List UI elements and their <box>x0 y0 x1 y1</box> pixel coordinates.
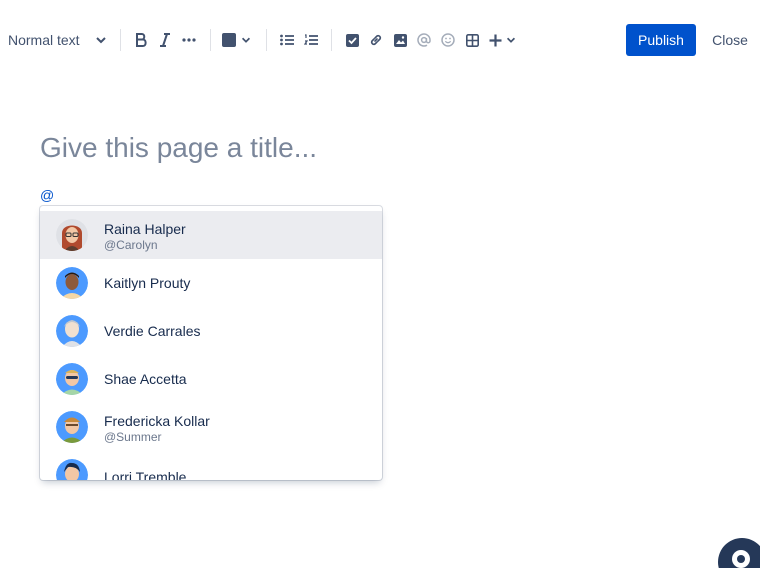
toolbar-divider <box>331 29 332 51</box>
numbered-list-button[interactable] <box>300 26 322 54</box>
avatar <box>56 411 88 443</box>
chevron-down-icon <box>241 37 251 43</box>
table-icon <box>465 33 479 47</box>
avatar <box>56 363 88 395</box>
chevron-down-icon <box>96 37 106 44</box>
insert-menu-button[interactable] <box>486 26 520 54</box>
mention-item[interactable]: Raina Halper @Carolyn <box>40 211 382 259</box>
mention-handle: @Carolyn <box>104 238 158 252</box>
mention-name: Lorri Tremble <box>104 469 187 480</box>
help-icon <box>732 550 750 568</box>
more-formatting-button[interactable] <box>178 26 200 54</box>
link-icon <box>370 34 382 46</box>
mention-item[interactable]: Verdie Carrales <box>40 307 382 355</box>
avatar <box>56 267 88 299</box>
italic-button[interactable] <box>154 26 176 54</box>
toolbar-divider <box>120 29 121 51</box>
mention-name: Shae Accetta <box>104 371 187 387</box>
text-style-label: Normal text <box>8 32 80 48</box>
mention-name: Kaitlyn Prouty <box>104 275 191 291</box>
action-item-icon <box>345 33 359 47</box>
avatar <box>56 459 88 480</box>
close-button[interactable]: Close <box>704 24 756 56</box>
mention-icon <box>417 33 431 47</box>
editor-toolbar: Normal text Publish Close <box>0 0 760 80</box>
mention-item[interactable]: Fredericka Kollar @Summer <box>40 403 382 451</box>
avatar <box>56 219 88 251</box>
mention-item[interactable]: Lorri Tremble <box>40 451 382 480</box>
mention-trigger-text[interactable]: @ <box>40 187 54 203</box>
text-color-icon <box>222 33 236 47</box>
bold-icon <box>136 33 147 47</box>
action-item-button[interactable] <box>341 26 363 54</box>
emoji-icon <box>441 33 455 47</box>
mention-handle: @Summer <box>104 430 162 444</box>
toolbar-divider <box>210 29 211 51</box>
mention-item[interactable]: Shae Accetta <box>40 355 382 403</box>
insert-icon <box>489 34 502 46</box>
avatar <box>56 315 88 347</box>
image-button[interactable] <box>389 26 411 54</box>
bullet-list-icon <box>280 34 294 46</box>
help-button[interactable] <box>718 538 760 568</box>
text-color-button[interactable] <box>220 26 254 54</box>
table-button[interactable] <box>461 26 483 54</box>
emoji-button[interactable] <box>437 26 459 54</box>
mention-suggestion-list: Raina Halper @Carolyn Kaitlyn Prouty Ver… <box>40 206 382 480</box>
more-formatting-icon <box>182 38 196 42</box>
toolbar-divider <box>266 29 267 51</box>
mention-name: Verdie Carrales <box>104 323 201 339</box>
numbered-list-icon <box>304 34 318 45</box>
link-button[interactable] <box>365 26 387 54</box>
bullet-list-button[interactable] <box>276 26 298 54</box>
page-title-input[interactable] <box>40 128 680 168</box>
bold-button[interactable] <box>130 26 152 54</box>
mention-name: Raina Halper <box>104 221 186 237</box>
image-icon <box>393 33 407 47</box>
chevron-down-icon <box>506 37 516 43</box>
italic-icon <box>160 33 170 47</box>
publish-button[interactable]: Publish <box>626 24 696 56</box>
mention-button[interactable] <box>413 26 435 54</box>
mention-item[interactable]: Kaitlyn Prouty <box>40 259 382 307</box>
mention-name: Fredericka Kollar <box>104 413 210 429</box>
text-style-dropdown[interactable]: Normal text <box>2 26 112 54</box>
